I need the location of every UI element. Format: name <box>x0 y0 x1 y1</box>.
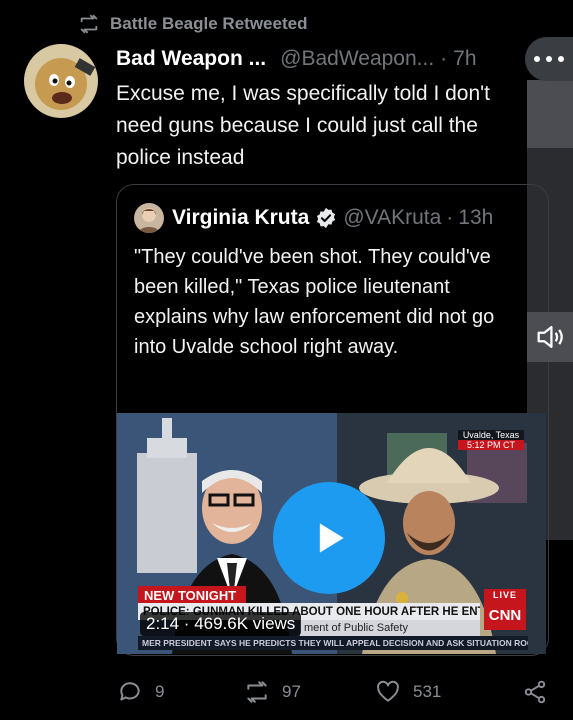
reply-button[interactable]: 9 <box>117 672 164 712</box>
tweet-header: Bad Weapon ... @BadWeapon... · 7h <box>116 45 477 73</box>
play-icon <box>319 523 344 553</box>
reply-icon <box>120 682 140 701</box>
quoted-avatar[interactable] <box>134 203 164 233</box>
retweeted-by-label: Battle Beagle Retweeted <box>110 14 308 33</box>
like-button[interactable]: 531 <box>375 672 441 712</box>
more-dot-icon <box>534 56 540 62</box>
video-duration-views: 2:14 · 469.6K views <box>140 612 302 636</box>
quoted-text: "They could've been shot. They could've … <box>134 246 495 358</box>
retweet-icon <box>80 14 98 34</box>
new-tonight-banner: NEW TONIGHT <box>138 586 246 604</box>
retweet-icon <box>247 681 267 703</box>
avatar[interactable] <box>24 44 98 118</box>
tweet-text: Excuse me, I was specifically told I don… <box>116 82 491 169</box>
tweet-actions: 9 97 531 <box>0 672 573 712</box>
share-icon <box>524 680 546 704</box>
separator-dot: · <box>446 206 454 229</box>
separator-dot: · <box>440 47 448 70</box>
verified-badge-icon <box>317 207 336 229</box>
user-handle[interactable]: @BadWeapon... <box>280 47 434 71</box>
play-button[interactable] <box>273 482 385 594</box>
quoted-header: Virginia Kruta @VAKruta · 13h <box>172 204 493 232</box>
location-label: Uvalde, Texas <box>462 430 520 440</box>
news-ticker: MER PRESIDENT SAYS HE PREDICTS THEY WILL… <box>138 636 528 650</box>
display-name[interactable]: Bad Weapon ... <box>116 47 266 71</box>
more-options-button[interactable] <box>525 37 573 81</box>
subline-banner: ment of Public Safety <box>300 620 480 636</box>
location-tag: Uvalde, Texas 5:12 PM CT <box>458 430 524 450</box>
tweet-time[interactable]: 7h <box>453 47 476 71</box>
mute-toggle-button[interactable] <box>527 312 573 362</box>
heart-icon <box>377 680 399 702</box>
quoted-handle[interactable]: @VAKruta <box>343 206 441 230</box>
like-count: 531 <box>413 682 442 701</box>
retweet-header: Battle Beagle Retweeted <box>78 12 307 36</box>
quoted-time[interactable]: 13h <box>458 206 493 230</box>
speaker-icon <box>537 325 563 349</box>
cnn-logo: CNN <box>484 600 526 630</box>
share-button[interactable] <box>522 672 548 712</box>
location-time: 5:12 PM CT <box>458 440 524 450</box>
retweet-count: 97 <box>282 682 301 701</box>
quoted-display-name[interactable]: Virginia Kruta <box>172 206 309 230</box>
reply-count: 9 <box>155 682 165 701</box>
retweet-button[interactable]: 97 <box>244 672 301 712</box>
